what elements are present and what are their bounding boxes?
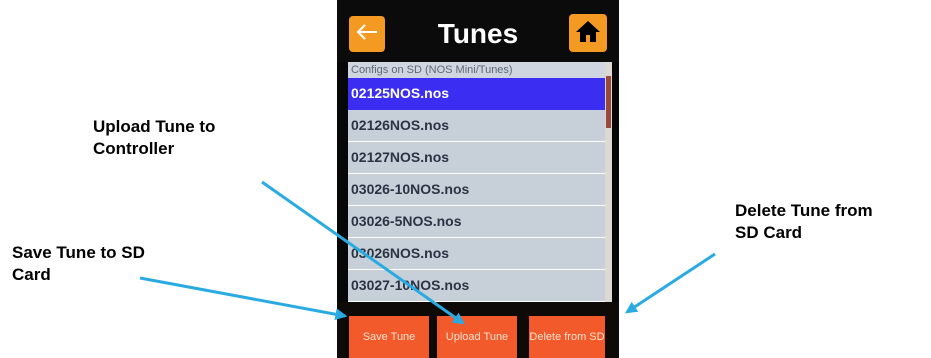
delete-arrow — [624, 252, 716, 314]
save-arrow — [139, 276, 348, 321]
upload-arrow — [261, 180, 465, 325]
annotation-arrows — [139, 180, 716, 325]
